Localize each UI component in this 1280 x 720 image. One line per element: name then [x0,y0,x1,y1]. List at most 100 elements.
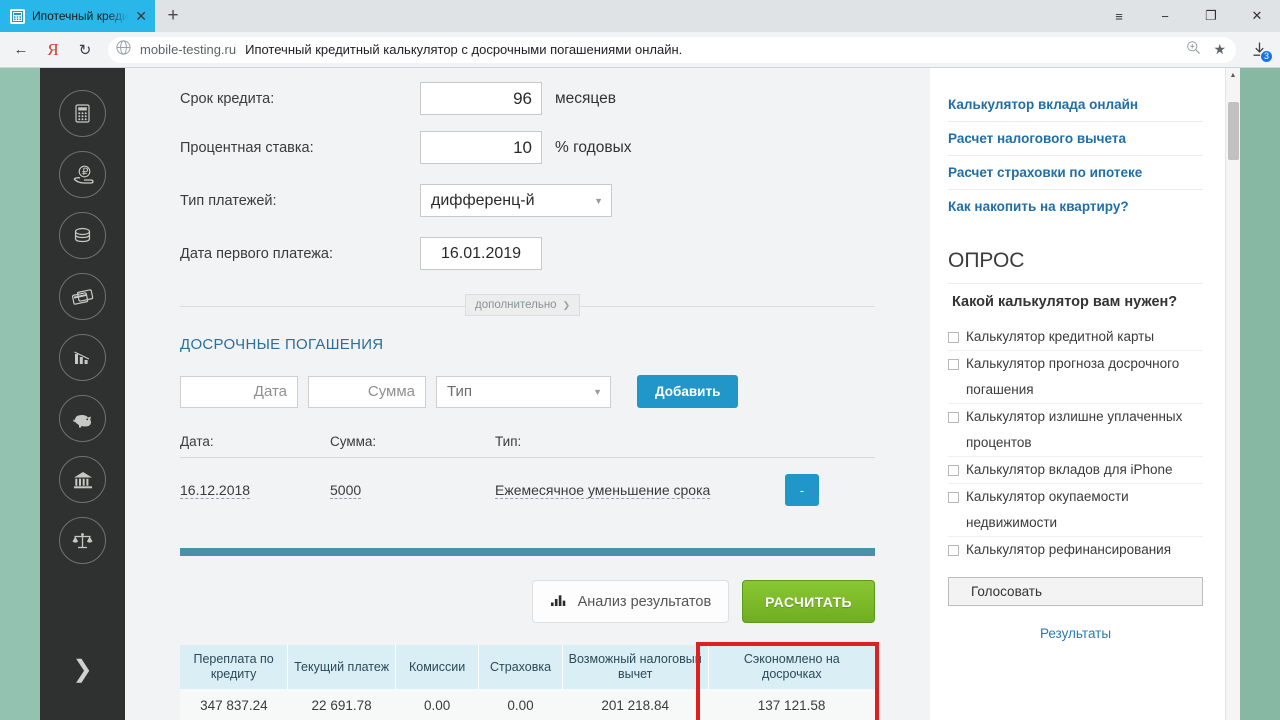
early-payment-type-value: Тип [447,383,473,400]
sidebar-link-2[interactable]: Расчет страховки по ипотеке [948,156,1203,190]
early-payment-date-input[interactable]: Дата [180,375,298,408]
scales-icon[interactable] [59,517,106,564]
poll-option-label: Калькулятор кредитной карты [966,329,1155,344]
action-buttons: Анализ результатов РАСЧИТАТЬ [180,580,875,623]
calculator-icon[interactable] [59,90,106,137]
payment-type-select[interactable]: дифференц-й ▼ [420,184,612,217]
poll-results-link[interactable]: Результаты [948,626,1203,641]
rate-suffix: % годовых [555,138,632,156]
results-header-cell: Комиссии [395,645,480,689]
globe-icon [116,39,131,60]
search-plus-icon[interactable] [1186,40,1201,60]
term-input[interactable]: 96 [420,82,542,115]
poll-option[interactable]: Калькулятор рефинансирования [948,537,1203,563]
calculator-panel: Срок кредита: 96 месяцев Процентная став… [125,68,930,720]
address-bar[interactable]: mobile-testing.ru Ипотечный кредитный ка… [108,36,1236,63]
chevron-right-icon[interactable]: ❯ [40,655,125,684]
window-controls: ≡ − ❐ ✕ [1096,0,1280,32]
field-row-payment-type: Тип платежей: дифференц-й ▼ [180,174,875,227]
analysis-button[interactable]: Анализ результатов [531,580,730,623]
results-header-cell: Возможный налоговый вычет [562,645,709,689]
first-date-input[interactable]: 16.01.2019 [420,237,542,270]
row-type[interactable]: Ежемесячное уменьшение срока [495,482,711,499]
new-tab-button[interactable]: + [155,0,191,32]
calculate-button[interactable]: РАСЧИТАТЬ [742,580,875,623]
results-value-cell: 347 837.24 [180,689,288,720]
download-count-badge: 3 [1260,49,1273,63]
scroll-up-arrow-icon[interactable]: ▲ [1226,68,1240,83]
early-payment-type-select[interactable]: Тип ▼ [436,375,611,408]
vote-button[interactable]: Голосовать [948,577,1203,606]
early-payments-table: Дата: Сумма: Тип: 16.12.2018 5000 Ежемес… [180,434,875,506]
checkbox-icon[interactable] [948,492,959,503]
field-row-term: Срок кредита: 96 месяцев [180,68,875,121]
maximize-icon[interactable]: ❐ [1188,0,1234,32]
credit-cards-icon[interactable] [59,273,106,320]
row-sum[interactable]: 5000 [330,482,362,499]
payment-type-value: дифференц-й [431,191,535,209]
results-header-row: Переплата по кредиту Текущий платеж Коми… [180,645,875,689]
address-page-title: Ипотечный кредитный калькулятор с досроч… [245,42,683,57]
coins-icon[interactable] [59,212,106,259]
bank-building-icon[interactable] [59,456,106,503]
download-icon[interactable]: 3 [1244,35,1274,65]
header-type: Тип: [495,434,522,449]
poll-question: Какой калькулятор вам нужен? [952,294,1178,310]
early-payment-sum-input[interactable]: Сумма [308,375,426,408]
yandex-logo-icon[interactable]: Я [38,35,68,65]
piggy-bank-icon[interactable] [59,395,106,442]
tab-title: Ипотечный кредитный [32,9,129,23]
poll-option[interactable]: Калькулятор излишне уплаченных процентов [948,404,1203,457]
poll-option[interactable]: Калькулятор кредитной карты [948,324,1203,351]
scrollbar-thumb[interactable] [1228,102,1239,160]
early-payments-title: ДОСРОЧНЫЕ ПОГАШЕНИЯ [180,336,384,353]
chevron-down-icon: ▼ [593,386,602,397]
sidebar-link-0[interactable]: Калькулятор вклада онлайн [948,88,1203,122]
page-scrollbar[interactable]: ▲ [1225,68,1240,720]
sidebar-link-3[interactable]: Как накопить на квартиру? [948,190,1203,223]
browser-toolbar: ← Я ↻ mobile-testing.ru Ипотечный кредит… [0,32,1280,68]
tab-strip: Ипотечный кредитный ✕ + ≡ − ❐ ✕ [0,0,1280,32]
header-sum: Сумма: [330,434,377,449]
poll-option-label: Калькулятор окупаемости недвижимости [966,489,1129,530]
first-date-label: Дата первого платежа: [180,245,334,262]
bookmark-star-icon[interactable]: ★ [1213,41,1226,58]
header-date: Дата: [180,434,214,449]
results-value-cell: 0.00 [478,689,563,720]
rate-input[interactable]: 10 [420,131,542,164]
page-background-left [0,68,40,720]
close-icon[interactable]: ✕ [135,9,147,23]
checkbox-icon[interactable] [948,412,959,423]
reload-icon[interactable]: ↻ [70,35,100,65]
address-bar-actions: ★ [1186,40,1226,60]
checkbox-icon[interactable] [948,332,959,343]
menu-icon[interactable]: ≡ [1096,0,1142,32]
additional-toggle-button[interactable]: дополнительно ❯ [465,294,581,316]
payment-type-label: Тип платежей: [180,192,277,209]
back-icon[interactable]: ← [6,35,36,65]
remove-early-payment-button[interactable]: - [785,474,819,506]
poll-option[interactable]: Калькулятор окупаемости недвижимости [948,484,1203,537]
poll-option[interactable]: Калькулятор прогноза досрочного погашени… [948,351,1203,404]
poll-heading: ОПРОС [948,249,1203,284]
rate-label: Процентная ставка: [180,139,314,156]
table-row: 16.12.2018 5000 Ежемесячное уменьшение с… [180,458,875,506]
hand-ruble-icon[interactable]: ₽ [59,151,106,198]
minimize-icon[interactable]: − [1142,0,1188,32]
results-value-cell: 22 691.78 [287,689,396,720]
poll-option-label: Калькулятор излишне уплаченных процентов [966,409,1183,450]
window-close-icon[interactable]: ✕ [1234,0,1280,32]
add-early-payment-button[interactable]: Добавить [637,375,739,408]
checkbox-icon[interactable] [948,545,959,556]
row-date[interactable]: 16.12.2018 [180,482,251,499]
results-header-cell: Переплата по кредиту [180,645,289,689]
poll-option[interactable]: Калькулятор вкладов для iPhone [948,457,1203,484]
sidebar-link-1[interactable]: Расчет налогового вычета [948,122,1203,156]
chevron-down-icon: ❯ [562,299,571,310]
browser-tab[interactable]: Ипотечный кредитный ✕ [0,0,155,32]
term-label: Срок кредита: [180,90,275,107]
checkbox-icon[interactable] [948,359,959,370]
checkbox-icon[interactable] [948,465,959,476]
bar-chart-icon[interactable] [59,334,106,381]
results-table: Переплата по кредиту Текущий платеж Коми… [180,645,875,720]
